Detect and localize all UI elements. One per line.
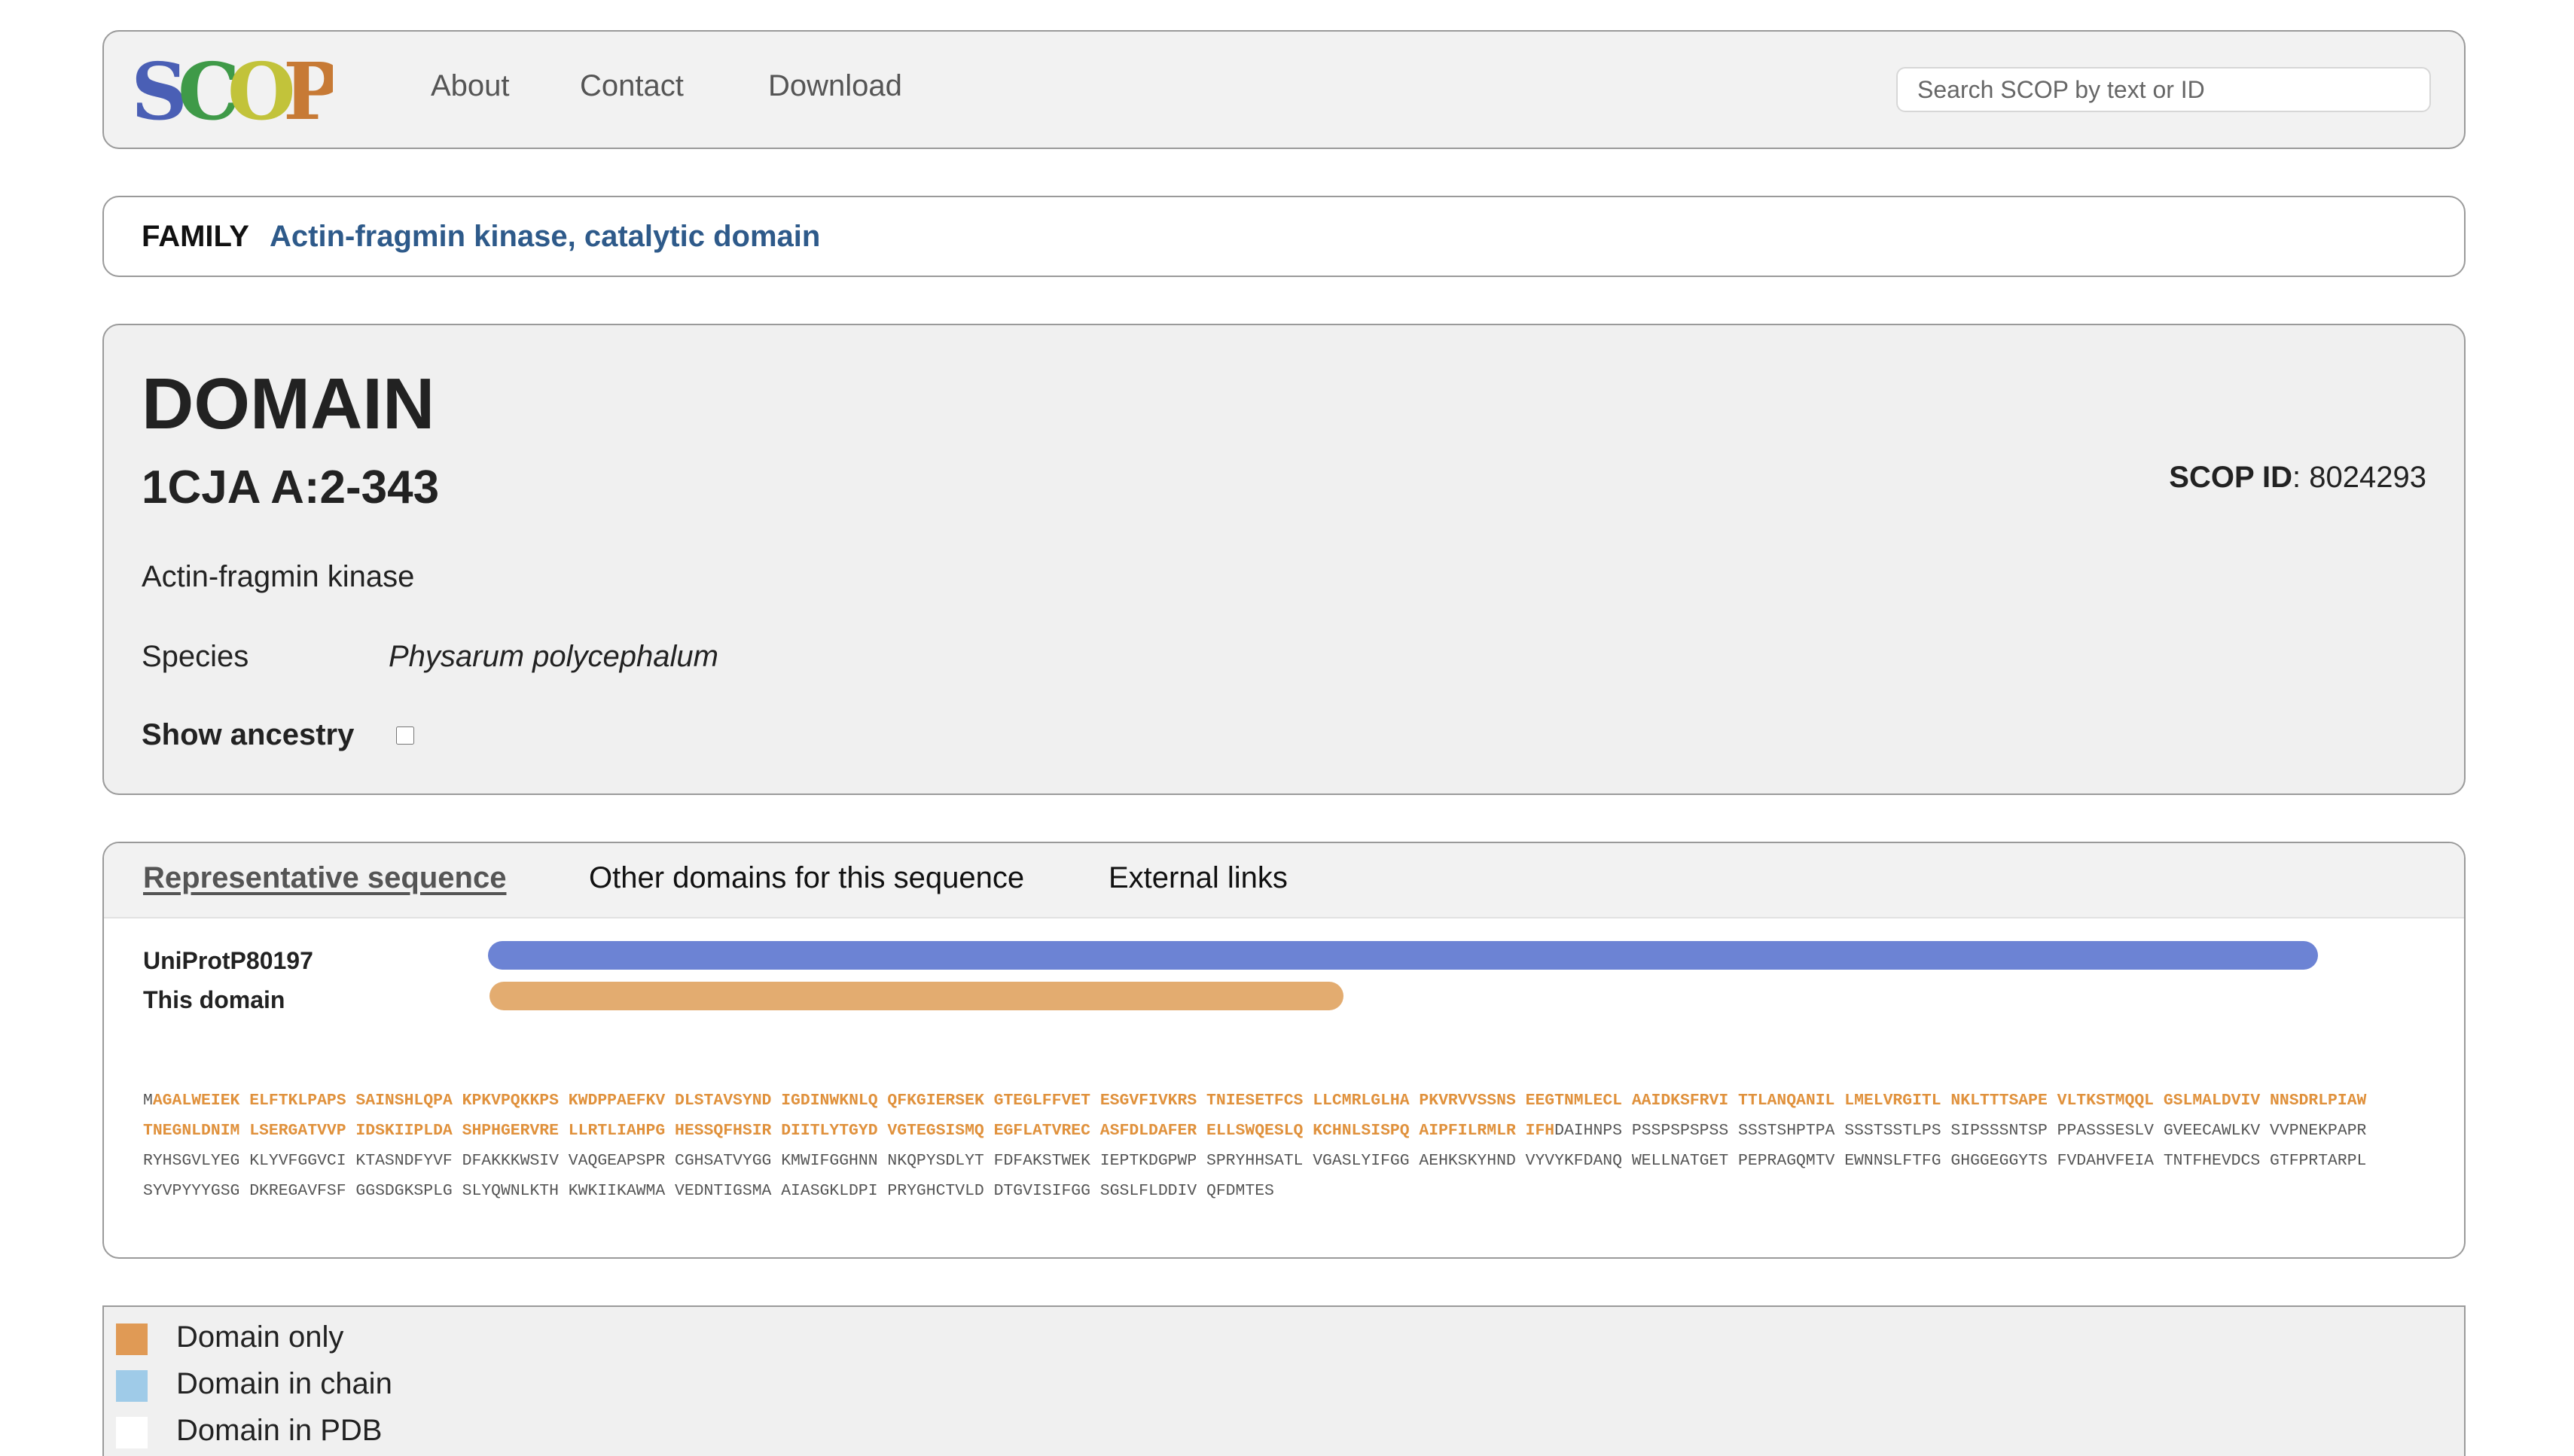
scop-id-value: : 8024293	[2292, 461, 2426, 494]
legend: Domain only Domain in chain Domain in PD…	[102, 1305, 2466, 1456]
site-header: S C O P About Contact Download	[102, 30, 2466, 149]
sequence-lead: M	[143, 1092, 153, 1110]
legend-label: Domain only	[176, 1320, 344, 1354]
uniprot-sequence-bar[interactable]	[488, 941, 2318, 970]
domain-id: 1CJA A:2-343	[142, 461, 440, 513]
protein-name: Actin-fragmin kinase	[142, 560, 415, 593]
tab-representative-sequence[interactable]: Representative sequence	[143, 861, 506, 895]
nav-about[interactable]: About	[431, 69, 510, 103]
species-value: Physarum polycephalum	[389, 640, 718, 673]
species-label: Species	[142, 640, 249, 673]
scop-id-label: SCOP ID	[2169, 461, 2293, 494]
legend-label: Domain in chain	[176, 1367, 392, 1400]
sequence-tabs: Representative sequence Other domains fo…	[104, 843, 2464, 918]
tab-external-links[interactable]: External links	[1109, 861, 1288, 895]
legend-swatch	[116, 1370, 148, 1402]
track-label-domain: This domain	[143, 986, 285, 1013]
family-link[interactable]: Actin-fragmin kinase, catalytic domain	[270, 220, 820, 254]
track-label-uniprot: UniProtP80197	[143, 947, 313, 974]
show-ancestry-label: Show ancestry	[142, 718, 355, 751]
family-bar: FAMILY Actin-fragmin kinase, catalytic d…	[102, 196, 2466, 277]
nav-download[interactable]: Download	[768, 69, 902, 103]
sequence-text: MAGALWEIEK ELFTKLPAPS SAINSHLQPA KPKVPQK…	[143, 1086, 2432, 1206]
search-input[interactable]	[1896, 67, 2431, 112]
scop-id: SCOP ID: 8024293	[2169, 461, 2426, 495]
svg-text:P: P	[283, 51, 333, 129]
legend-swatch	[116, 1417, 148, 1448]
sequence-panel: Representative sequence Other domains fo…	[102, 842, 2466, 1259]
show-ancestry-checkbox[interactable]	[396, 726, 414, 745]
domain-card: DOMAIN 1CJA A:2-343 SCOP ID: 8024293 Act…	[102, 324, 2466, 795]
nav-contact[interactable]: Contact	[580, 69, 684, 103]
page-title: DOMAIN	[142, 364, 435, 444]
family-label: FAMILY	[142, 220, 249, 253]
legend-label: Domain in PDB	[176, 1414, 383, 1447]
scop-logo[interactable]: S C O P	[130, 51, 333, 129]
legend-swatch	[116, 1323, 148, 1355]
tab-other-domains[interactable]: Other domains for this sequence	[589, 861, 1024, 895]
domain-sequence-bar[interactable]	[489, 982, 1343, 1010]
